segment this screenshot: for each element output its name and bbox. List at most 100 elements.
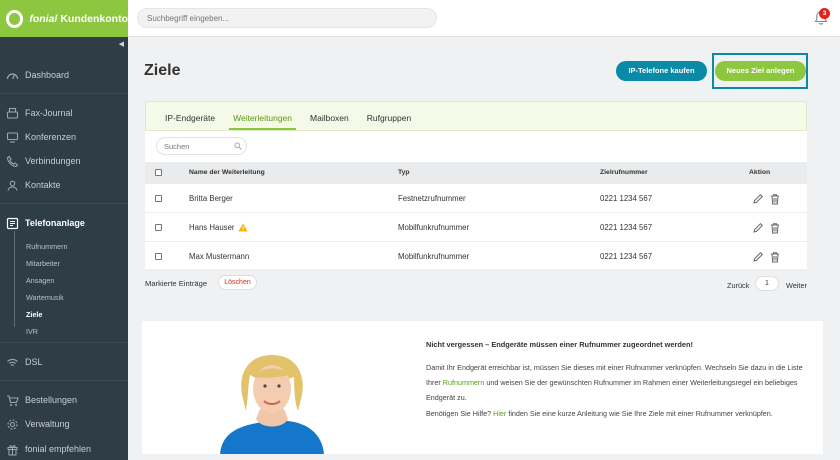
conference-icon [6, 131, 19, 144]
rufnummern-link[interactable]: Rufnummern [443, 378, 485, 387]
dashboard-icon [6, 69, 19, 82]
sidebar-item-label: Fax-Journal [25, 108, 73, 118]
tab-rufgruppen[interactable]: Rufgruppen [367, 101, 411, 131]
sidebar-item-telefonanlage[interactable]: Telefonanlage [0, 213, 128, 233]
sidebar-item-dashboard[interactable]: Dashboard [0, 65, 128, 85]
row-target: 0221 1234 567 [600, 194, 653, 203]
row-type: Festnetzrufnummer [398, 194, 466, 203]
fax-icon [6, 107, 19, 120]
divider [0, 342, 128, 343]
sidebar-item-label: Dashboard [25, 70, 70, 80]
sidebar-item-konferenzen[interactable]: Konferenzen [0, 127, 128, 147]
sidebar-item-label: Telefonanlage [25, 218, 85, 228]
hint-text: Benötigen Sie Hilfe? [426, 409, 494, 418]
tab-bar: IP-Endgeräte Weiterleitungen Mailboxen R… [145, 101, 807, 131]
gear-icon [6, 418, 19, 431]
sidebar-item-label: Kontakte [25, 180, 61, 190]
table-row: Hans Hauser Mobilfunkrufnummer 0221 1234… [145, 213, 807, 242]
divider [0, 380, 128, 381]
sidebar-item-label: fonial empfehlen [25, 444, 92, 454]
notification-badge: 3 [819, 8, 830, 19]
sidebar-subitem-mitarbeiter[interactable]: Mitarbeiter [26, 259, 60, 268]
row-target: 0221 1234 567 [600, 223, 653, 232]
search-icon [234, 142, 242, 150]
app: fonialKundenkonto 3 ◀ Dashboard Fax-Jour… [0, 0, 840, 460]
row-name: Hans Hauser [189, 213, 248, 242]
sidebar-item-kontakte[interactable]: Kontakte [0, 175, 128, 195]
edit-icon[interactable] [752, 251, 764, 263]
targets-card: IP-Endgeräte Weiterleitungen Mailboxen R… [145, 101, 807, 271]
hint-title: Nicht vergessen – Endgeräte müssen einer… [426, 340, 693, 349]
row-name: Britta Berger [189, 194, 233, 203]
sidebar-item-dsl[interactable]: DSL [0, 352, 128, 372]
buy-ip-phones-button[interactable]: IP-Telefone kaufen [616, 61, 707, 81]
table-row: Britta Berger Festnetzrufnummer 0221 123… [145, 184, 807, 213]
edit-icon[interactable] [752, 193, 764, 205]
sidebar-item-verbindungen[interactable]: Verbindungen [0, 151, 128, 171]
trash-icon[interactable] [769, 251, 781, 263]
hint-text: finden Sie eine kurze Anleitung wie Sie … [506, 409, 773, 418]
phone-icon [6, 155, 19, 168]
warning-icon [237, 223, 248, 232]
tab-weiterleitungen[interactable]: Weiterleitungen [229, 101, 296, 131]
column-header-target[interactable]: Zielrufnummer [600, 162, 648, 184]
select-all-checkbox[interactable] [155, 169, 162, 176]
hint-help-paragraph: Benötigen Sie Hilfe? Hier finden Sie ein… [426, 406, 818, 421]
pagination-prev[interactable]: Zurück [727, 281, 749, 290]
divider [0, 203, 128, 204]
recommend-icon [6, 443, 19, 456]
delete-button[interactable]: Löschen [218, 275, 257, 290]
pbx-icon [6, 217, 19, 230]
sidebar-item-label: Verbindungen [25, 156, 81, 166]
table-row: Max Mustermann Mobilfunkrufnummer 0221 1… [145, 242, 807, 271]
sidebar-item-verwaltung[interactable]: Verwaltung [0, 414, 128, 434]
row-type: Mobilfunkrufnummer [398, 223, 470, 232]
topbar: 3 [128, 0, 840, 37]
row-type: Mobilfunkrufnummer [398, 252, 470, 261]
sidebar-subitem-ivr[interactable]: IVR [26, 327, 38, 336]
row-checkbox[interactable] [155, 253, 162, 260]
column-header-type[interactable]: Typ [398, 162, 410, 184]
contacts-icon [6, 179, 19, 192]
page-title: Ziele [144, 62, 181, 79]
pagination-page[interactable]: 1 [755, 276, 779, 291]
sidebar-subitem-ansagen[interactable]: Ansagen [26, 276, 54, 285]
sidebar-item-label: Verwaltung [25, 419, 70, 429]
sidebar-item-bestellungen[interactable]: Bestellungen [0, 390, 128, 410]
logo-ring-icon [6, 9, 24, 28]
column-header-action: Aktion [749, 169, 771, 176]
sidebar-item-fax-journal[interactable]: Fax-Journal [0, 103, 128, 123]
row-target: 0221 1234 567 [600, 252, 653, 261]
support-person-image [220, 355, 324, 454]
row-checkbox[interactable] [155, 224, 162, 231]
hint-panel: Nicht vergessen – Endgeräte müssen einer… [142, 321, 823, 454]
global-search-input[interactable] [137, 8, 437, 28]
sidebar-subitem-wartemusik[interactable]: Wartemusik [26, 293, 64, 302]
tab-ip-endgeraete[interactable]: IP-Endgeräte [165, 101, 215, 131]
brand-logo[interactable]: fonial Kundenkonto [0, 0, 128, 37]
sidebar-subitem-rufnummern[interactable]: Rufnummern [26, 242, 68, 251]
help-link[interactable]: Hier [493, 409, 506, 418]
row-checkbox[interactable] [155, 195, 162, 202]
sidebar-item-label: DSL [25, 357, 43, 367]
collapse-sidebar-icon[interactable]: ◀ [119, 40, 124, 48]
sidebar-item-label: Bestellungen [25, 395, 78, 405]
brand-name: fonial [29, 12, 58, 25]
row-name: Max Mustermann [189, 252, 250, 261]
sidebar-item-fonial-empfehlen[interactable]: fonial empfehlen [0, 439, 128, 459]
edit-icon[interactable] [752, 222, 764, 234]
marked-entries-label: Markierte Einträge [145, 279, 208, 288]
divider [0, 93, 128, 94]
wifi-icon [6, 356, 19, 369]
column-header-name[interactable]: Name der Weiterleitung [189, 162, 265, 184]
hint-paragraph: Damit Ihr Endgerät erreichbar ist, müsse… [426, 360, 818, 405]
submenu-line [14, 231, 15, 327]
pagination-next[interactable]: Weiter [786, 281, 807, 290]
brand-suffix: Kundenkonto [60, 12, 128, 25]
tab-mailboxen[interactable]: Mailboxen [310, 101, 349, 131]
new-target-button[interactable]: Neues Ziel anlegen [715, 61, 806, 81]
sidebar-item-label: Konferenzen [25, 132, 77, 142]
trash-icon[interactable] [769, 193, 781, 205]
trash-icon[interactable] [769, 222, 781, 234]
sidebar-subitem-ziele[interactable]: Ziele [26, 310, 42, 319]
